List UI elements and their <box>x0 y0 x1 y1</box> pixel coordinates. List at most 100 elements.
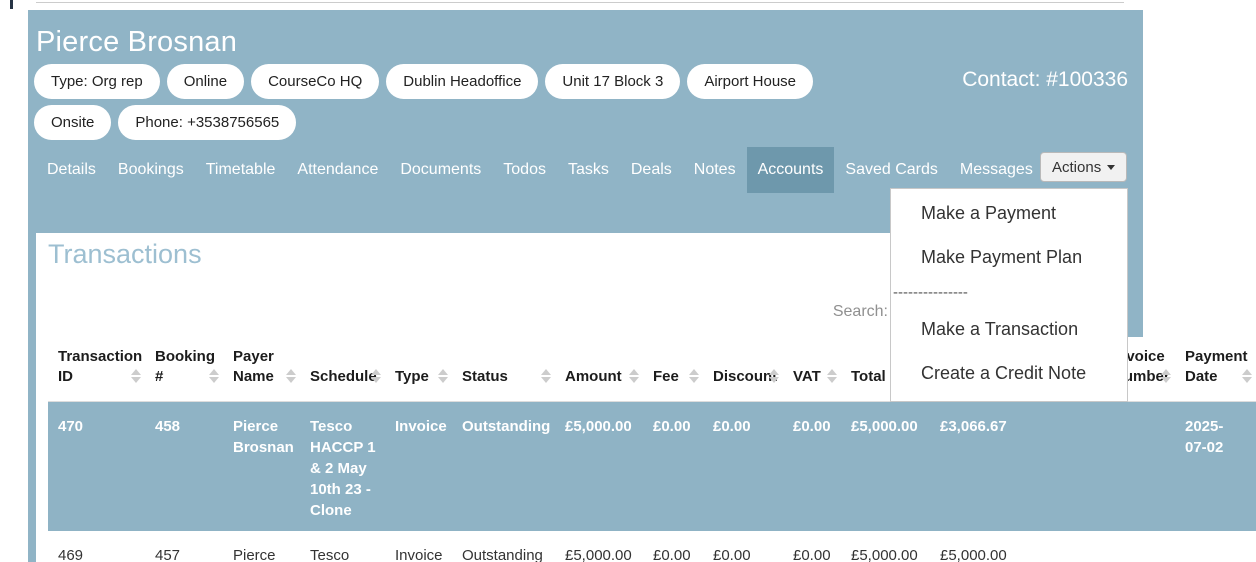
actions-menu: Make a PaymentMake Payment Plan---------… <box>890 188 1128 402</box>
table-cell-booking: 457 <box>145 531 223 562</box>
col-header-label: Fee <box>653 368 679 385</box>
sort-icon[interactable] <box>541 369 551 383</box>
search-label: Search: <box>750 303 888 321</box>
table-cell-schedule: Tesco HACCP 1 & 2 May 10th 23 - Clone <box>300 402 385 532</box>
tab-bookings[interactable]: Bookings <box>107 147 195 193</box>
table-cell-invoice-number <box>1103 531 1175 562</box>
col-header-label: Amount <box>565 368 622 385</box>
col-header-status[interactable]: Status <box>452 337 555 402</box>
col-header-discount[interactable]: Discount <box>703 337 783 402</box>
col-header-label: Transaction ID <box>58 348 142 385</box>
col-header-type[interactable]: Type <box>385 337 452 402</box>
tab-details[interactable]: Details <box>36 147 107 193</box>
col-header-label: VAT <box>793 368 821 385</box>
col-header-label: Payer Name <box>233 348 274 385</box>
contact-id: Contact: #100336 <box>962 68 1128 92</box>
col-header-amount[interactable]: Amount <box>555 337 643 402</box>
badge-dublin-headoffice: Dublin Headoffice <box>386 64 538 99</box>
menu-item-create-a-credit-note[interactable]: Create a Credit Note <box>891 351 1127 395</box>
badge-type-org-rep: Type: Org rep <box>34 64 160 99</box>
sort-icon[interactable] <box>286 369 296 383</box>
sort-icon[interactable] <box>1242 369 1252 383</box>
table-cell-amount: £5,000.00 <box>555 531 643 562</box>
sort-icon[interactable] <box>438 369 448 383</box>
table-cell-booking: 458 <box>145 402 223 532</box>
badge-courseco-hq: CourseCo HQ <box>251 64 379 99</box>
actions-button[interactable]: Actions <box>1040 152 1127 182</box>
caret-down-icon <box>1107 165 1115 170</box>
menu-item-make-a-transaction[interactable]: Make a Transaction <box>891 307 1127 351</box>
sort-icon[interactable] <box>1161 369 1171 383</box>
table-cell-fee: £0.00 <box>643 531 703 562</box>
top-divider-line <box>36 2 1124 3</box>
tab-documents[interactable]: Documents <box>389 147 492 193</box>
contact-name: Pierce Brosnan <box>36 26 1143 59</box>
table-cell-col11: £5,000.00 <box>930 531 1103 562</box>
col-header-payer-name[interactable]: Payer Name <box>223 337 300 402</box>
col-header-transaction-id[interactable]: Transaction ID <box>48 337 145 402</box>
sort-icon[interactable] <box>689 369 699 383</box>
badge-unit-17-block-3: Unit 17 Block 3 <box>545 64 680 99</box>
table-cell-col11: £3,066.67 <box>930 402 1103 532</box>
table-cell-payment-date <box>1175 531 1256 562</box>
badge-onsite: Onsite <box>34 105 111 140</box>
tab-timetable[interactable]: Timetable <box>195 147 287 193</box>
table-cell-status: Outstanding <box>452 531 555 562</box>
menu-item-make-a-payment[interactable]: Make a Payment <box>891 191 1127 235</box>
tab-notes[interactable]: Notes <box>683 147 747 193</box>
actions-button-label: Actions <box>1052 159 1101 176</box>
table-cell-total: £5,000.00 <box>841 402 930 532</box>
table-cell-type: Invoice <box>385 531 452 562</box>
tab-todos[interactable]: Todos <box>492 147 557 193</box>
table-cell-payer-name: Pierce Brosnan <box>223 531 300 562</box>
menu-divider: --------------- <box>891 279 1127 307</box>
col-header-fee[interactable]: Fee <box>643 337 703 402</box>
table-cell-fee: £0.00 <box>643 402 703 532</box>
tab-saved-cards[interactable]: Saved Cards <box>834 147 949 193</box>
table-cell-vat: £0.00 <box>783 402 841 532</box>
col-header-payment-date[interactable]: Payment Date <box>1175 337 1256 402</box>
col-header-label: Schedule <box>310 368 377 385</box>
table-cell-payment-date: 2025-07-02 <box>1175 402 1256 532</box>
col-header-vat[interactable]: VAT <box>783 337 841 402</box>
tab-deals[interactable]: Deals <box>620 147 683 193</box>
table-cell-status: Outstanding <box>452 402 555 532</box>
col-header-booking[interactable]: Booking # <box>145 337 223 402</box>
table-row[interactable]: 469457Pierce BrosnanTesco HACCP 1 & 2 Ma… <box>48 531 1256 562</box>
table-cell-vat: £0.00 <box>783 531 841 562</box>
table-cell-discount: £0.00 <box>703 531 783 562</box>
sort-icon[interactable] <box>629 369 639 383</box>
table-cell-total: £5,000.00 <box>841 531 930 562</box>
table-cell-amount: £5,000.00 <box>555 402 643 532</box>
col-header-label: Total <box>851 368 886 385</box>
tab-attendance[interactable]: Attendance <box>286 147 389 193</box>
table-body: 470458Pierce BrosnanTesco HACCP 1 & 2 Ma… <box>48 402 1256 562</box>
col-header-label: Type <box>395 368 429 385</box>
table-cell-invoice-number <box>1103 402 1175 532</box>
tab-accounts[interactable]: Accounts <box>747 147 835 193</box>
col-header-label: Status <box>462 368 508 385</box>
menu-item-make-payment-plan[interactable]: Make Payment Plan <box>891 235 1127 279</box>
table-row[interactable]: 470458Pierce BrosnanTesco HACCP 1 & 2 Ma… <box>48 402 1256 532</box>
sort-icon[interactable] <box>827 369 837 383</box>
badge-online: Online <box>167 64 244 99</box>
col-header-label: Booking # <box>155 348 215 385</box>
sort-icon[interactable] <box>131 369 141 383</box>
badge-list: Type: Org repOnlineCourseCo HQDublin Hea… <box>32 61 862 143</box>
table-cell-transaction-id: 469 <box>48 531 145 562</box>
tab-bar: DetailsBookingsTimetableAttendanceDocume… <box>36 147 1143 193</box>
sort-icon[interactable] <box>209 369 219 383</box>
table-cell-type: Invoice <box>385 402 452 532</box>
table-cell-discount: £0.00 <box>703 402 783 532</box>
tab-tasks[interactable]: Tasks <box>557 147 620 193</box>
table-cell-schedule: Tesco HACCP 1 & 2 May 10th 23 - Clone <box>300 531 385 562</box>
col-header-schedule[interactable]: Schedule <box>300 337 385 402</box>
col-header-label: Discount <box>713 368 777 385</box>
badge-airport-house: Airport House <box>687 64 813 99</box>
sort-icon[interactable] <box>371 369 381 383</box>
tab-messages[interactable]: Messages <box>949 147 1044 193</box>
table-cell-payer-name: Pierce Brosnan <box>223 402 300 532</box>
table-cell-transaction-id: 470 <box>48 402 145 532</box>
top-left-mark <box>10 0 13 9</box>
sort-icon[interactable] <box>769 369 779 383</box>
